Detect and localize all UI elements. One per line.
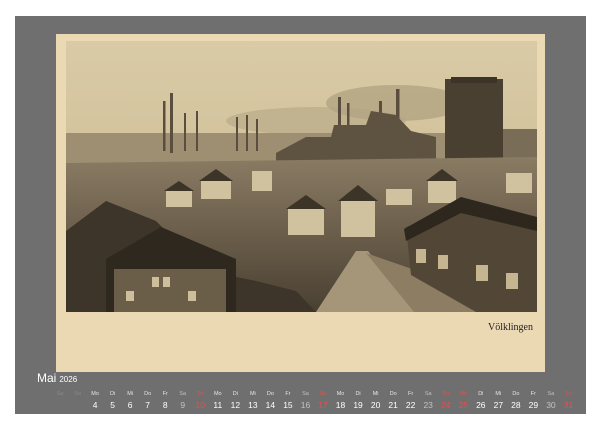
day-cell: Sa 16 (296, 390, 314, 412)
day-cell: Mi 6 (121, 390, 139, 412)
day-cell: Mi 27 (489, 390, 507, 412)
weekday-label: Fr (530, 391, 536, 397)
weekday-label: Sa (424, 391, 432, 397)
photo-mat: Völklingen (56, 34, 545, 372)
day-number: 28 (511, 400, 521, 410)
weekday-label: So (565, 391, 572, 397)
weekday-label: Di (478, 391, 484, 397)
weekday-label: Mi (249, 391, 256, 397)
day-number: 7 (145, 400, 151, 410)
day-number: 9 (180, 400, 186, 410)
day-number: 20 (370, 400, 381, 410)
day-number: 21 (388, 400, 398, 410)
day-cell: Do 7 (139, 390, 157, 412)
month-year: 2026 (59, 375, 78, 384)
day-number: 23 (423, 400, 433, 410)
weekday-label: Fr (408, 391, 414, 397)
day-cell: Sa 30 (542, 390, 560, 412)
day-number: 14 (265, 400, 276, 410)
weekday-label: Sa (547, 391, 555, 397)
day-number: 5 (110, 400, 115, 410)
day-cell: Fr 29 (524, 390, 542, 412)
day-number: 11 (213, 400, 223, 410)
weekday-label: So (74, 391, 81, 397)
day-cell: Do 28 (507, 390, 525, 412)
day-cell: Do 14 (261, 390, 279, 412)
day-cell: Fr 8 (156, 390, 174, 412)
weekday-label: Do (144, 391, 152, 397)
weekday-label: Di (355, 391, 361, 397)
weekday-label: Mi (127, 391, 134, 397)
days-strip: Sa So Mo 4 Di 5 Mi 6 Do 7 Fr 8 Sa 9 So 10 Mo 11 Di 12 Mi 13 Do… (51, 390, 577, 414)
calendar-page: Völklingen Mai 2026 Sa So Mo 4 Di 5 Mi 6 Do 7 Fr 8 Sa… (15, 16, 586, 414)
month-name: Mai (37, 371, 57, 385)
day-number: 22 (405, 400, 416, 410)
day-cell: Mi 13 (244, 390, 262, 412)
day-cell: Do 21 (384, 390, 402, 412)
weekday-label: Do (266, 391, 274, 397)
month-label: Mai 2026 (37, 371, 77, 385)
day-cell: Di 19 (349, 390, 367, 412)
day-number: 29 (528, 400, 539, 410)
day-number: 18 (335, 400, 346, 410)
weekday-label: Di (109, 391, 116, 397)
weekday-label: Mi (495, 391, 502, 397)
day-number: 16 (300, 400, 311, 410)
day-cell: So 10 (191, 390, 209, 412)
day-number: 27 (493, 400, 504, 410)
weekday-label: So (442, 391, 450, 397)
day-cell: Fr 15 (279, 390, 297, 412)
day-number: 10 (195, 400, 205, 410)
weekday-label: Do (512, 391, 520, 397)
weekday-label: Di (232, 391, 238, 397)
day-cell: Mo 18 (332, 390, 350, 412)
day-number: 19 (353, 400, 363, 410)
weekday-label: Mo (336, 391, 345, 397)
day-number: 17 (318, 400, 328, 410)
day-cell: Di 5 (104, 390, 122, 412)
weekday-label: Sa (56, 391, 64, 397)
weekday-label: So (196, 391, 204, 397)
weekday-label: Mo (459, 391, 468, 397)
day-cell: Fr 22 (402, 390, 420, 412)
day-cell: Mi 20 (367, 390, 385, 412)
day-number: 31 (563, 400, 574, 410)
day-number: 8 (162, 400, 168, 410)
photo-caption: Völklingen (488, 322, 533, 333)
day-cell: Di 12 (226, 390, 244, 412)
day-cell: Sa 9 (174, 390, 192, 412)
weekday-label: Sa (179, 391, 187, 397)
day-cell: So 31 (559, 390, 577, 412)
historic-photo (66, 41, 537, 312)
day-cell: So 24 (437, 390, 455, 412)
day-number: 30 (546, 400, 556, 410)
day-cell: Di 26 (472, 390, 490, 412)
day-cell: Mo 4 (86, 390, 104, 412)
day-cell: Sa 23 (419, 390, 437, 412)
day-cell: Mo 11 (209, 390, 227, 412)
day-number: 6 (127, 400, 133, 410)
day-number: 12 (230, 400, 241, 410)
weekday-label: Do (389, 391, 397, 397)
day-number: 24 (440, 400, 451, 410)
weekday-label: Mo (213, 391, 222, 397)
weekday-label: Sa (302, 391, 309, 397)
day-number: 4 (92, 400, 98, 410)
day-number: 13 (248, 400, 258, 410)
day-cell: Sa (51, 390, 69, 399)
day-cell: So 17 (314, 390, 332, 412)
day-cell: So (69, 390, 87, 399)
weekday-label: Fr (285, 391, 291, 397)
weekday-label: So (319, 391, 327, 397)
day-number: 25 (458, 400, 468, 410)
weekday-label: Mo (91, 391, 99, 397)
weekday-label: Fr (162, 391, 168, 397)
day-number: 15 (283, 400, 293, 410)
day-cell: Mo 25 (454, 390, 472, 412)
weekday-label: Mi (372, 391, 379, 397)
day-number: 26 (476, 400, 486, 410)
